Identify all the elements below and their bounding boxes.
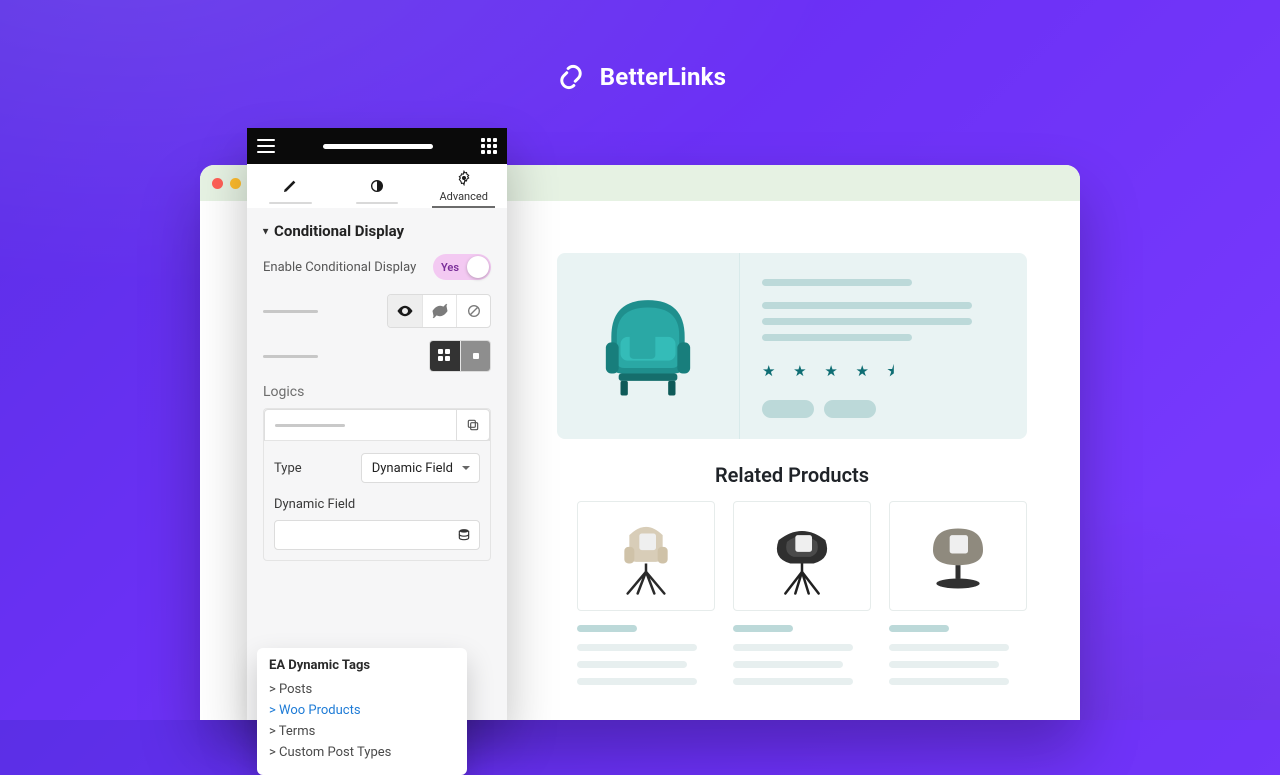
tab-style[interactable] [334,164,421,208]
button-placeholders [762,400,1009,418]
card-placeholder-lines [889,625,1027,685]
related-card[interactable] [889,501,1027,685]
dropdown-heading: EA Dynamic Tags [269,658,455,673]
enable-toggle[interactable]: Yes [433,254,491,280]
tab-advanced-label: Advanced [439,190,487,203]
product-image [557,253,740,439]
visibility-buttons [387,294,491,328]
visibility-hide-button[interactable] [422,295,456,327]
related-title: Related Products [557,463,1027,487]
related-card[interactable] [577,501,715,685]
mode-any-button[interactable] [460,341,490,371]
row-enable-conditional: Enable Conditional Display Yes [263,254,491,280]
related-grid [577,501,1027,685]
row-label-placeholder [263,355,318,358]
eye-icon [396,302,414,320]
type-select-value: Dynamic Field [372,461,453,476]
related-image [889,501,1027,611]
duplicate-button[interactable] [456,409,490,441]
dynamic-tags-dropdown: EA Dynamic Tags > Posts > Woo Products >… [257,648,467,775]
dropdown-item-woo-products[interactable]: > Woo Products [269,700,455,721]
brand-name: BetterLinks [600,63,726,91]
card-placeholder-lines [577,625,715,685]
tab-advanced[interactable]: Advanced [420,164,507,208]
placeholder-line [762,334,912,341]
product-info: ★ ★ ★ ★ ⯨ [740,253,1027,439]
row-label-placeholder [263,310,318,313]
logics-heading: Logics [263,384,491,400]
gear-icon [456,170,472,186]
menu-icon[interactable] [257,139,275,153]
pill-placeholder [824,400,876,418]
panel-tabs: Advanced [247,164,507,208]
type-select[interactable]: Dynamic Field [361,453,480,483]
eye-off-icon [431,302,449,320]
placeholder-line [762,279,912,286]
product-hero: ★ ★ ★ ★ ⯨ [557,253,1027,439]
brand-logo-icon [554,60,588,94]
rating-stars: ★ ★ ★ ★ ⯨ [762,361,1009,386]
related-card[interactable] [733,501,871,685]
enable-label: Enable Conditional Display [263,260,416,275]
logic-mode-row [263,340,491,372]
tab-content[interactable] [247,164,334,208]
logic-mode-buttons [429,340,491,372]
logic-item: Type Dynamic Field Dynamic Field [263,408,491,561]
placeholder-line [762,302,972,309]
dropdown-item-custom-post-types[interactable]: > Custom Post Types [269,742,455,763]
visibility-row [263,294,491,328]
related-image [577,501,715,611]
widgets-grid-icon[interactable] [481,138,497,154]
database-icon [457,528,471,542]
mode-all-button[interactable] [430,341,460,371]
panel-title-placeholder [323,144,433,149]
editor-panel: Advanced ▸ Conditional Display Enable Co… [247,128,507,720]
brand-header: BetterLinks [0,60,1280,94]
visibility-show-button[interactable] [388,295,422,327]
copy-icon [466,418,480,432]
panel-topbar [247,128,507,164]
dynamic-field-input[interactable] [274,520,480,550]
placeholder-line [762,318,972,325]
pill-placeholder [762,400,814,418]
grid4-icon [438,349,452,363]
visibility-none-button[interactable] [456,295,490,327]
toggle-knob [467,256,489,278]
card-placeholder-lines [733,625,871,685]
window-close-dot[interactable] [212,178,223,189]
pencil-icon [282,178,298,194]
section-title-text: Conditional Display [274,222,404,240]
ban-icon [466,303,482,319]
window-minimize-dot[interactable] [230,178,241,189]
dropdown-item-terms[interactable]: > Terms [269,721,455,742]
caret-down-icon: ▸ [260,228,271,233]
related-image [733,501,871,611]
dynamic-field-row: Dynamic Field [264,483,490,512]
section-conditional-display[interactable]: ▸ Conditional Display [263,222,491,240]
panel-body: ▸ Conditional Display Enable Conditional… [247,208,507,720]
dot-icon [473,353,479,359]
toggle-state: Yes [441,261,459,274]
input-placeholder-line [275,424,345,427]
type-label: Type [274,461,302,476]
dynamic-field-label: Dynamic Field [274,497,355,512]
type-row: Type Dynamic Field [264,441,490,483]
dropdown-item-posts[interactable]: > Posts [269,679,455,700]
contrast-icon [369,178,385,194]
logic-name-input[interactable] [264,409,490,441]
